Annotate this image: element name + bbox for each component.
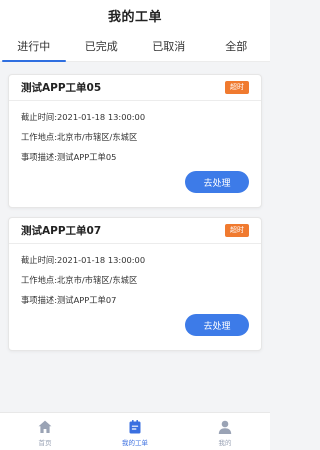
order-card-body: 截止时间:2021-01-18 13:00:00 工作地点:北京市/市辖区/东城… [9,244,261,310]
nav-item-home[interactable]: 首页 [0,413,90,450]
order-card-header: 测试APP工单05 超时 [9,75,261,101]
clipboard-icon [129,419,141,433]
tab-cancelled[interactable]: 已取消 [135,30,203,61]
page-title: 我的工单 [107,9,162,25]
order-title: 测试APP工单05 [21,82,102,94]
order-list: 测试APP工单05 超时 截止时间:2021-01-18 13:00:00 工作… [0,62,270,351]
nav-label-home: 首页 [38,438,52,447]
order-card-header: 测试APP工单07 超时 [9,218,261,244]
bottom-nav: 首页 我的工单 我的 [0,412,270,450]
order-card[interactable]: 测试APP工单07 超时 截止时间:2021-01-18 13:00:00 工作… [8,217,262,351]
order-location: 工作地点:北京市/市辖区/东城区 [21,275,138,285]
nav-label-profile: 我的 [218,438,232,447]
order-card[interactable]: 测试APP工单05 超时 截止时间:2021-01-18 13:00:00 工作… [8,74,262,208]
overdue-badge: 超时 [225,224,249,237]
my-orders-page: 我的工单 进行中 已完成 已取消 全部 测试APP工单05 超时 截止时间:20… [0,0,270,450]
process-button[interactable]: 去处理 [185,171,249,193]
user-icon [218,420,232,434]
tab-completed[interactable]: 已完成 [68,30,136,61]
overdue-badge: 超时 [225,81,249,94]
order-description: 事项描述:测试APP工单07 [21,295,117,305]
order-deadline: 截止时间:2021-01-18 13:00:00 [21,112,146,122]
tab-all[interactable]: 全部 [203,30,271,61]
order-location: 工作地点:北京市/市辖区/东城区 [21,132,138,142]
home-icon [38,420,52,433]
nav-item-my-orders[interactable]: 我的工单 [90,413,180,450]
nav-item-profile[interactable]: 我的 [180,413,270,450]
page-header: 我的工单 [0,0,270,30]
status-tabs: 进行中 已完成 已取消 全部 [0,30,270,62]
tab-in-progress[interactable]: 进行中 [0,30,68,62]
process-button[interactable]: 去处理 [185,314,249,336]
order-title: 测试APP工单07 [21,225,102,237]
order-deadline: 截止时间:2021-01-18 13:00:00 [21,255,146,265]
order-card-body: 截止时间:2021-01-18 13:00:00 工作地点:北京市/市辖区/东城… [9,101,261,167]
nav-label-my-orders: 我的工单 [122,438,148,447]
order-description: 事项描述:测试APP工单05 [21,152,117,162]
